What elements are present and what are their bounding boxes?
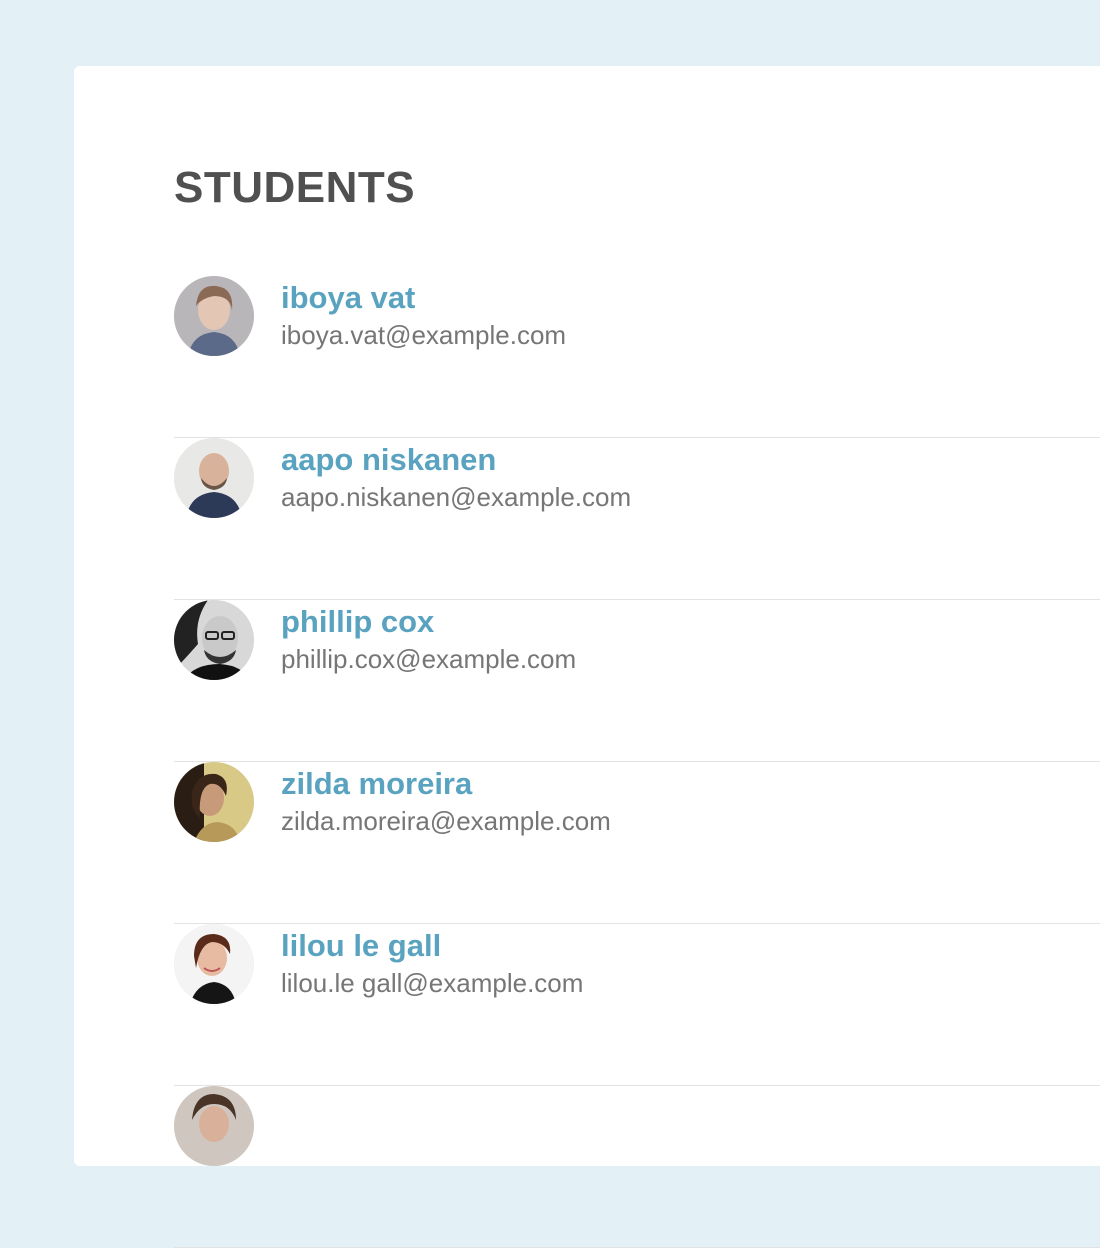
student-name-link[interactable]: zilda moreira — [281, 764, 472, 804]
student-email: lilou.le gall@example.com — [281, 968, 584, 998]
student-email: zilda.moreira@example.com — [281, 806, 611, 836]
avatar-photo-icon — [174, 924, 254, 1004]
student-list: iboya vat iboya.vat@example.com aapo nis… — [174, 276, 1100, 1248]
avatar-photo-icon — [174, 1086, 254, 1166]
avatar-photo-icon — [174, 438, 254, 518]
student-name-link[interactable]: aapo niskanen — [281, 440, 496, 480]
avatar[interactable] — [174, 924, 254, 1004]
student-email: iboya.vat@example.com — [281, 320, 567, 350]
page-title: STUDENTS — [174, 163, 416, 212]
students-card: STUDENTS iboya vat iboya.vat@example.com — [74, 66, 1100, 1248]
student-email: phillip.cox@example.com — [281, 644, 577, 674]
avatar[interactable] — [174, 438, 254, 518]
avatar-photo-icon — [174, 600, 254, 680]
avatar[interactable] — [174, 1086, 254, 1166]
list-item[interactable] — [174, 1086, 1100, 1248]
list-item[interactable]: zilda moreira zilda.moreira@example.com — [174, 762, 1100, 924]
avatar[interactable] — [174, 276, 254, 356]
list-item[interactable]: phillip cox phillip.cox@example.com — [174, 600, 1100, 762]
list-item[interactable]: lilou le gall lilou.le gall@example.com — [174, 924, 1100, 1086]
student-name-link[interactable]: phillip cox — [281, 602, 434, 642]
list-item[interactable]: aapo niskanen aapo.niskanen@example.com — [174, 438, 1100, 600]
avatar[interactable] — [174, 600, 254, 680]
student-email: aapo.niskanen@example.com — [281, 482, 632, 512]
avatar-photo-icon — [174, 762, 254, 842]
list-item[interactable]: iboya vat iboya.vat@example.com — [174, 276, 1100, 438]
student-name-link[interactable]: lilou le gall — [281, 926, 441, 966]
student-name-link[interactable]: iboya vat — [281, 278, 415, 318]
avatar-photo-icon — [174, 276, 254, 356]
avatar[interactable] — [174, 762, 254, 842]
